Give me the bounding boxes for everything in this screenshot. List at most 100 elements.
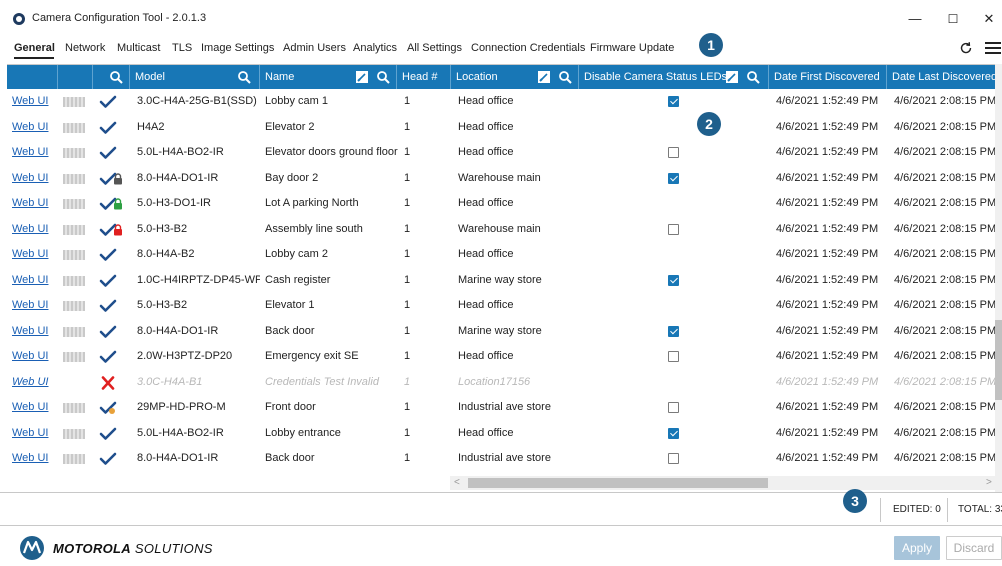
disable-led-checkbox[interactable] [668,96,679,107]
location-cell[interactable]: Location17156 [453,370,579,396]
tab-admin-users[interactable]: Admin Users [283,42,346,54]
location-cell[interactable]: Marine way store [453,319,579,345]
tab-all-settings[interactable]: All Settings [407,42,462,54]
location-cell[interactable]: Head office [453,191,579,217]
name-cell[interactable]: Back door [260,319,399,345]
location-cell[interactable]: Industrial ave store [453,446,579,472]
web-ui-link[interactable]: Web UI [12,248,48,260]
name-cell[interactable]: Elevator doors ground floor [260,140,399,166]
location-cell[interactable]: Head office [453,140,579,166]
web-ui-link[interactable]: Web UI [12,197,48,209]
tab-analytics[interactable]: Analytics [353,42,397,54]
model-cell[interactable]: 8.0-H4A-B2 [132,242,260,268]
name-edit-icon[interactable] [355,70,369,84]
disable-led-checkbox[interactable] [668,147,679,158]
header-model[interactable]: Model [130,65,260,89]
status-search-icon[interactable] [109,70,123,84]
name-cell[interactable]: Emergency exit SE [260,344,399,370]
location-cell[interactable]: Head office [453,344,579,370]
name-cell[interactable]: Elevator 1 [260,293,399,319]
web-ui-link[interactable]: Web UI [12,95,48,107]
name-cell[interactable]: Lobby cam 2 [260,242,399,268]
name-cell[interactable]: Cash register [260,268,399,294]
web-ui-link[interactable]: Web UI [12,401,48,413]
table-row[interactable]: Web UI 8.0-H4A-DO1-IR Back door 1 Marine way… [7,319,1002,345]
leds-edit-icon[interactable] [725,70,739,84]
name-cell[interactable]: Elevator 2 [260,115,399,141]
web-ui-link[interactable]: Web UI [12,172,48,184]
table-row[interactable]: Web UI 5.0-H3-B2 Assembly line south 1 Wareh… [7,217,1002,243]
header-head[interactable]: Head # [397,65,451,89]
close-button[interactable]: ✕ [972,6,1002,32]
table-row[interactable]: Web UI 8.0-H4A-DO1-IR Back door 1 Industrial… [7,446,1002,472]
model-cell[interactable]: 8.0-H4A-DO1-IR [132,446,260,472]
hamburger-menu-icon[interactable] [985,41,1001,55]
web-ui-link[interactable]: Web UI [12,146,48,158]
refresh-icon[interactable] [959,41,973,55]
location-cell[interactable]: Marine way store [453,268,579,294]
model-cell[interactable]: 2.0W-H3PTZ-DP20 [132,344,260,370]
table-row[interactable]: Web UI 3.0C-H4A-25G-B1(SSD) Lobby cam 1 1 He… [7,89,1002,115]
web-ui-link[interactable]: Web UI [12,274,48,286]
header-date-last[interactable]: Date Last Discovered [887,65,1002,89]
location-cell[interactable]: Head office [453,242,579,268]
web-ui-link[interactable]: Web UI [12,325,48,337]
tab-multicast[interactable]: Multicast [117,42,160,54]
scroll-left-arrow-icon[interactable]: < [454,477,460,488]
leds-search-icon[interactable] [746,70,760,84]
disable-led-checkbox[interactable] [668,402,679,413]
disable-led-checkbox[interactable] [668,325,679,337]
header-disable-leds[interactable]: Disable Camera Status LEDs [579,65,769,89]
name-cell[interactable]: Front door [260,395,399,421]
web-ui-link[interactable]: Web UI [12,121,48,133]
apply-button[interactable]: Apply [894,536,940,560]
minimize-button[interactable]: — [898,6,932,32]
model-cell[interactable]: 3.0C-H4A-25G-B1(SSD) [132,89,260,115]
disable-led-checkbox[interactable] [668,274,679,286]
location-cell[interactable]: Head office [453,89,579,115]
model-cell[interactable]: H4A2 [132,115,260,141]
location-cell[interactable]: Head office [453,421,579,447]
web-ui-link[interactable]: Web UI [12,452,48,464]
discard-button[interactable]: Discard [946,536,1002,560]
table-row[interactable]: Web UI 5.0-H3-B2 Elevator 1 1 Head office 4/6… [7,293,1002,319]
vertical-scroll-thumb[interactable] [995,320,1002,400]
location-cell[interactable]: Head office [453,293,579,319]
vertical-scrollbar[interactable] [995,64,1002,492]
web-ui-link[interactable]: Web UI [12,223,48,235]
model-search-icon[interactable] [237,70,251,84]
maximize-button[interactable]: ☐ [936,6,970,32]
web-ui-link[interactable]: Web UI [12,299,48,311]
table-row[interactable]: Web UI 3.0C-H4A-B1 Credentials Test Invali… [7,370,1002,396]
disable-led-checkbox[interactable] [668,351,679,362]
header-location[interactable]: Location [451,65,579,89]
horizontal-scroll-thumb[interactable] [468,478,768,488]
location-edit-icon[interactable] [537,70,551,84]
name-cell[interactable]: Lobby cam 1 [260,89,399,115]
model-cell[interactable]: 5.0-H3-DO1-IR [132,191,260,217]
model-cell[interactable]: 8.0-H4A-DO1-IR [132,319,260,345]
tab-firmware-update[interactable]: Firmware Update [590,42,674,54]
tab-network[interactable]: Network [65,42,105,54]
disable-led-checkbox[interactable] [668,172,679,184]
name-cell[interactable]: Lot A parking North [260,191,399,217]
table-row[interactable]: Web UI 5.0L-H4A-BO2-IR Elevator doors grou… [7,140,1002,166]
model-cell[interactable]: 5.0-H3-B2 [132,217,260,243]
scroll-right-arrow-icon[interactable]: > [986,477,992,488]
name-search-icon[interactable] [376,70,390,84]
location-cell[interactable]: Warehouse main [453,217,579,243]
tab-tls[interactable]: TLS [172,42,192,54]
disable-led-checkbox[interactable] [668,223,679,235]
model-cell[interactable]: 1.0C-H4IRPTZ-DP45-WP [132,268,260,294]
table-row[interactable]: Web UI 5.0-H3-DO1-IR Lot A parking North 1 H… [7,191,1002,217]
location-cell[interactable]: Warehouse main [453,166,579,192]
name-cell[interactable]: Credentials Test Invalid [260,370,399,396]
model-cell[interactable]: 5.0L-H4A-BO2-IR [132,421,260,447]
table-row[interactable]: Web UI 5.0L-H4A-BO2-IR Lobby entrance 1 Head… [7,421,1002,447]
location-cell[interactable]: Head office [453,115,579,141]
header-name[interactable]: Name [260,65,397,89]
disable-led-checkbox[interactable] [668,427,679,439]
table-row[interactable]: Web UI 2.0W-H3PTZ-DP20 Emergency exit SE 1 H… [7,344,1002,370]
web-ui-link[interactable]: Web UI [12,376,48,388]
model-cell[interactable]: 8.0-H4A-DO1-IR [132,166,260,192]
